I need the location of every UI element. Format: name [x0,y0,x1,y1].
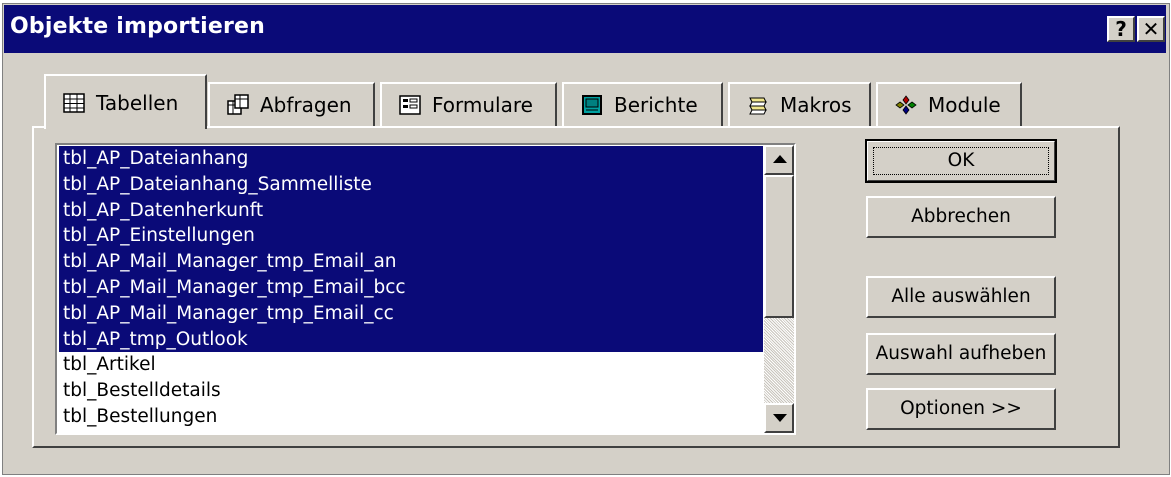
vertical-scrollbar[interactable] [764,145,794,433]
deselect-button[interactable]: Auswahl aufheben [866,333,1056,375]
scroll-thumb[interactable] [764,175,794,318]
list-item[interactable]: tbl_Bestellungen [59,404,763,430]
close-button[interactable]: ✕ [1137,16,1165,42]
ok-button[interactable]: OK [865,139,1057,183]
tab-label: Tabellen [96,90,179,115]
cancel-button[interactable]: Abbrechen [866,196,1056,238]
arrow-up-icon [773,155,787,163]
list-item[interactable]: tbl_AP_Dateianhang_Sammelliste [59,171,763,198]
list-item[interactable]: tbl_AP_Dateianhang [59,146,763,172]
tab-label: Module [928,93,1001,117]
title-bar[interactable]: Objekte importieren ? ✕ [4,5,1166,53]
form-icon [399,95,421,115]
list-item[interactable]: tbl_Bestelldetails [59,378,763,404]
table-list[interactable]: tbl_AP_Dateianhang tbl_AP_Dateianhang_Sam… [55,143,796,435]
tab-label: Abfragen [260,93,352,117]
tab-label: Berichte [614,93,698,117]
tab-makros[interactable]: Makros [728,82,871,126]
options-label: Optionen >> [900,398,1022,419]
module-icon [895,95,917,115]
select-all-label: Alle auswählen [891,286,1031,307]
list-item[interactable]: tbl_AP_Mail_Manager_tmp_Email_an [59,249,763,275]
list-item[interactable]: tbl_Artikel [59,352,763,378]
ok-label: OK [947,150,975,171]
list-item[interactable]: tbl_AP_Mail_Manager_tmp_Email_cc [59,300,763,327]
tab-label: Formulare [432,93,533,117]
tab-berichte[interactable]: Berichte [562,82,723,126]
cancel-label: Abbrechen [911,206,1011,227]
scroll-up-button[interactable] [764,145,794,175]
select-all-button[interactable]: Alle auswählen [866,276,1056,318]
list-items-container: tbl_AP_Dateianhang tbl_AP_Dateianhang_Sam… [59,146,763,433]
tab-formulare[interactable]: Formulare [380,82,557,126]
options-button[interactable]: Optionen >> [866,388,1056,430]
query-icon [227,94,249,115]
table-icon [63,92,85,113]
help-button[interactable]: ? [1107,16,1135,42]
list-item[interactable]: tbl_AP_tmp_Outlook [59,326,763,353]
scroll-down-button[interactable] [764,403,794,433]
tab-tabellen[interactable]: Tabellen [44,74,207,129]
report-icon [582,95,602,115]
dialog-title: Objekte importieren [10,14,266,39]
tab-label: Makros [780,93,852,117]
arrow-down-icon [773,414,787,422]
tab-module[interactable]: Module [876,82,1022,126]
list-item[interactable]: tbl_AP_Einstellungen [59,223,763,250]
list-item[interactable]: tbl_AP_Mail_Manager_tmp_Email_bcc [59,274,763,301]
macro-icon [749,97,767,115]
list-item[interactable]: tbl_AP_Datenherkunft [59,197,763,224]
deselect-label: Auswahl aufheben [875,343,1047,364]
tab-abfragen[interactable]: Abfragen [208,82,375,126]
